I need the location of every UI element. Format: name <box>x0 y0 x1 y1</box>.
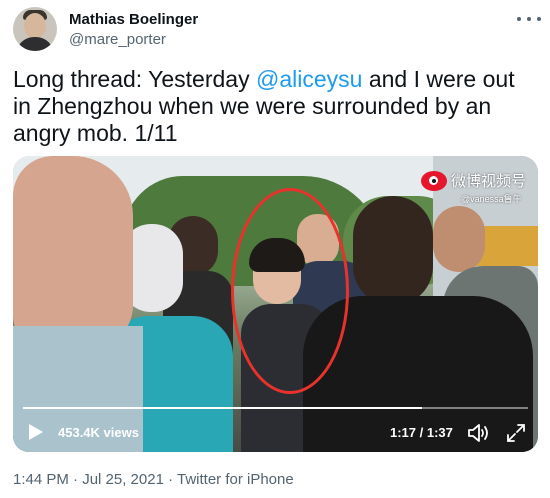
video-watermark: 微博视频号 <box>421 170 526 191</box>
more-dot <box>527 17 531 21</box>
person-head <box>353 196 433 306</box>
play-icon[interactable] <box>25 421 45 443</box>
video-player[interactable]: 微博视频号 @vanessa鲁午 453.4K views 1:17 / 1:3… <box>13 156 538 452</box>
tweet-text: Long thread: Yesterday @aliceysu and I w… <box>13 66 538 147</box>
highlight-circle <box>231 188 349 394</box>
tweet-card: Mathias Boelinger @mare_porter Long thre… <box>0 0 550 498</box>
watermark-subtext: @vanessa鲁午 <box>461 194 522 204</box>
video-progress-bar[interactable] <box>23 407 528 409</box>
author-handle[interactable]: @mare_porter <box>69 31 166 48</box>
avatar-body <box>16 37 54 51</box>
more-icon[interactable] <box>517 10 541 28</box>
volume-icon[interactable] <box>466 422 490 444</box>
author-name[interactable]: Mathias Boelinger <box>69 11 198 28</box>
mention-link[interactable]: @aliceysu <box>256 66 362 92</box>
watermark-text: 微博视频号 <box>451 173 527 190</box>
tweet-client[interactable]: Twitter for iPhone <box>177 471 294 488</box>
tweet-text-part-1: Long thread: Yesterday <box>13 66 256 92</box>
weibo-logo-icon <box>421 170 447 191</box>
avatar-face <box>24 13 46 39</box>
view-count: 453.4K views <box>58 425 139 440</box>
more-dot <box>537 17 541 21</box>
more-dot <box>517 17 521 21</box>
fullscreen-icon[interactable] <box>505 422 527 444</box>
tweet-meta: 1:44 PM · Jul 25, 2021 · Twitter for iPh… <box>13 471 294 488</box>
person-head <box>433 206 485 272</box>
video-progress-fill <box>23 407 422 409</box>
person-head <box>13 156 133 346</box>
video-time: 1:17 / 1:37 <box>390 425 453 440</box>
avatar[interactable] <box>13 7 57 51</box>
tweet-timestamp[interactable]: 1:44 PM · Jul 25, 2021 · <box>13 471 177 488</box>
